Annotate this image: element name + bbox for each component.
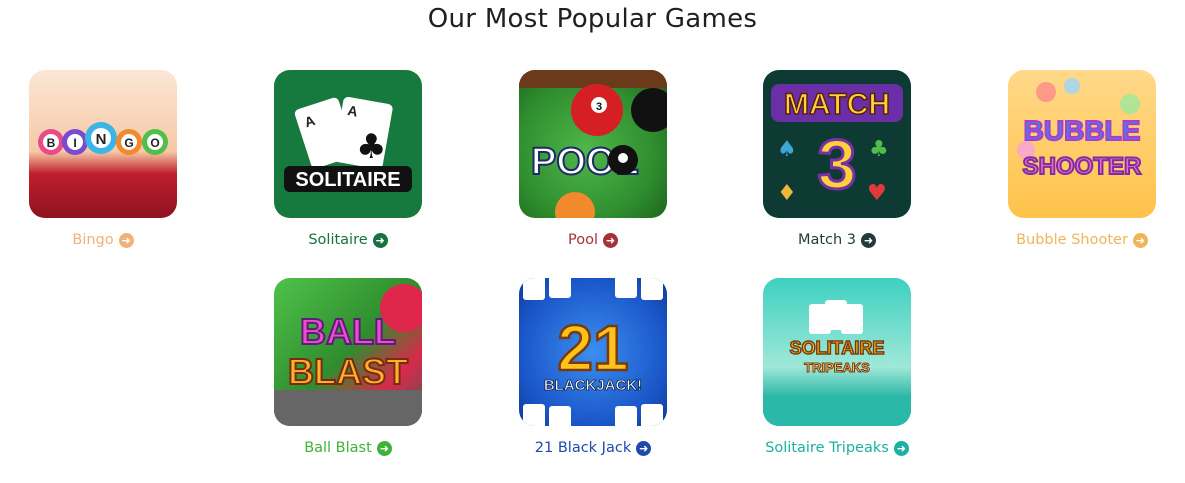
solitaire-icon[interactable]: A A ♣ SOLITAIRE	[274, 70, 422, 218]
game-link-bubble-shooter[interactable]: Bubble Shooter ➜	[1016, 232, 1148, 248]
svg-text:21: 21	[557, 312, 628, 384]
game-card-bingo[interactable]: B I N G O Bingo ➜	[3, 70, 203, 248]
game-link-bingo[interactable]: Bingo ➜	[72, 232, 134, 248]
svg-text:♥: ♥	[867, 181, 887, 206]
pool-icon[interactable]: 3 POOL	[519, 70, 667, 218]
game-name: Solitaire	[308, 232, 368, 248]
svg-text:♣: ♣	[869, 137, 889, 162]
svg-text:BLAST: BLAST	[288, 351, 408, 392]
game-link-blackjack[interactable]: 21 Black Jack ➜	[534, 440, 652, 456]
svg-text:BALL: BALL	[300, 311, 396, 352]
game-card-solitaire[interactable]: A A ♣ SOLITAIRE Solitaire ➜	[248, 70, 448, 248]
game-name: Pool	[568, 232, 598, 248]
arrow-right-icon: ➜	[372, 232, 388, 248]
game-link-ball-blast[interactable]: Ball Blast ➜	[304, 440, 392, 456]
svg-text:3: 3	[818, 125, 857, 203]
arrow-right-icon: ➜	[893, 440, 909, 456]
svg-text:3: 3	[596, 101, 602, 113]
arrow-right-icon: ➜	[376, 440, 392, 456]
svg-text:O: O	[150, 136, 159, 150]
svg-text:SOLITAIRE: SOLITAIRE	[295, 169, 400, 191]
game-name: Bubble Shooter	[1016, 232, 1128, 248]
svg-text:I: I	[73, 136, 76, 150]
game-link-match3[interactable]: Match 3 ➜	[797, 232, 877, 248]
svg-text:BLACKJACK!: BLACKJACK!	[544, 377, 642, 394]
game-link-solitaire-tripeaks[interactable]: Solitaire Tripeaks ➜	[765, 440, 909, 456]
section-title: Our Most Popular Games	[427, 4, 758, 34]
game-name: Bingo	[72, 232, 114, 248]
match3-icon[interactable]: MATCH 3 ♠ ♣ ♦ ♥	[763, 70, 911, 218]
game-link-solitaire[interactable]: Solitaire ➜	[308, 232, 388, 248]
arrow-right-icon: ➜	[118, 232, 134, 248]
game-card-ball-blast[interactable]: BALL BLAST Ball Blast ➜	[248, 278, 448, 456]
arrow-right-icon: ➜	[636, 440, 652, 456]
game-name: Match 3	[797, 232, 857, 248]
arrow-right-icon: ➜	[603, 232, 618, 248]
game-card-bubble-shooter[interactable]: BUBBLE SHOOTER Bubble Shooter ➜	[982, 70, 1182, 248]
game-card-blackjack[interactable]: 21 BLACKJACK! 21 Black Jack ➜	[493, 278, 693, 456]
svg-text:N: N	[96, 131, 107, 148]
game-link-pool[interactable]: Pool ➜	[568, 232, 618, 248]
game-card-pool[interactable]: 3 POOL Pool ➜	[493, 70, 693, 248]
arrow-right-icon: ➜	[861, 232, 877, 248]
game-name: Ball Blast	[304, 440, 372, 456]
svg-text:B: B	[47, 136, 56, 150]
svg-text:BUBBLE: BUBBLE	[1024, 115, 1141, 146]
game-card-match3[interactable]: MATCH 3 ♠ ♣ ♦ ♥ Match 3 ➜	[737, 70, 937, 248]
svg-text:♠: ♠	[777, 137, 797, 162]
game-name: Solitaire Tripeaks	[765, 440, 889, 456]
svg-text:♣: ♣	[356, 127, 386, 167]
blackjack-icon[interactable]: 21 BLACKJACK!	[519, 278, 667, 426]
game-name: 21 Black Jack	[534, 440, 632, 456]
svg-text:MATCH: MATCH	[784, 88, 890, 121]
bubble-shooter-icon[interactable]: BUBBLE SHOOTER	[1008, 70, 1156, 218]
svg-text:SOLITAIRE: SOLITAIRE	[790, 338, 885, 358]
game-card-solitaire-tripeaks[interactable]: SOLITAIRE TRIPEAKS Solitaire Tripeaks ➜	[737, 278, 937, 456]
svg-text:SHOOTER: SHOOTER	[1023, 153, 1142, 180]
svg-text:TRIPEAKS: TRIPEAKS	[804, 360, 870, 375]
ball-blast-icon[interactable]: BALL BLAST	[274, 278, 422, 426]
bingo-icon[interactable]: B I N G O	[29, 70, 177, 218]
solitaire-tripeaks-icon[interactable]: SOLITAIRE TRIPEAKS	[763, 278, 911, 426]
svg-text:♦: ♦	[777, 181, 797, 206]
svg-text:G: G	[124, 136, 133, 150]
arrow-right-icon: ➜	[1132, 232, 1148, 248]
